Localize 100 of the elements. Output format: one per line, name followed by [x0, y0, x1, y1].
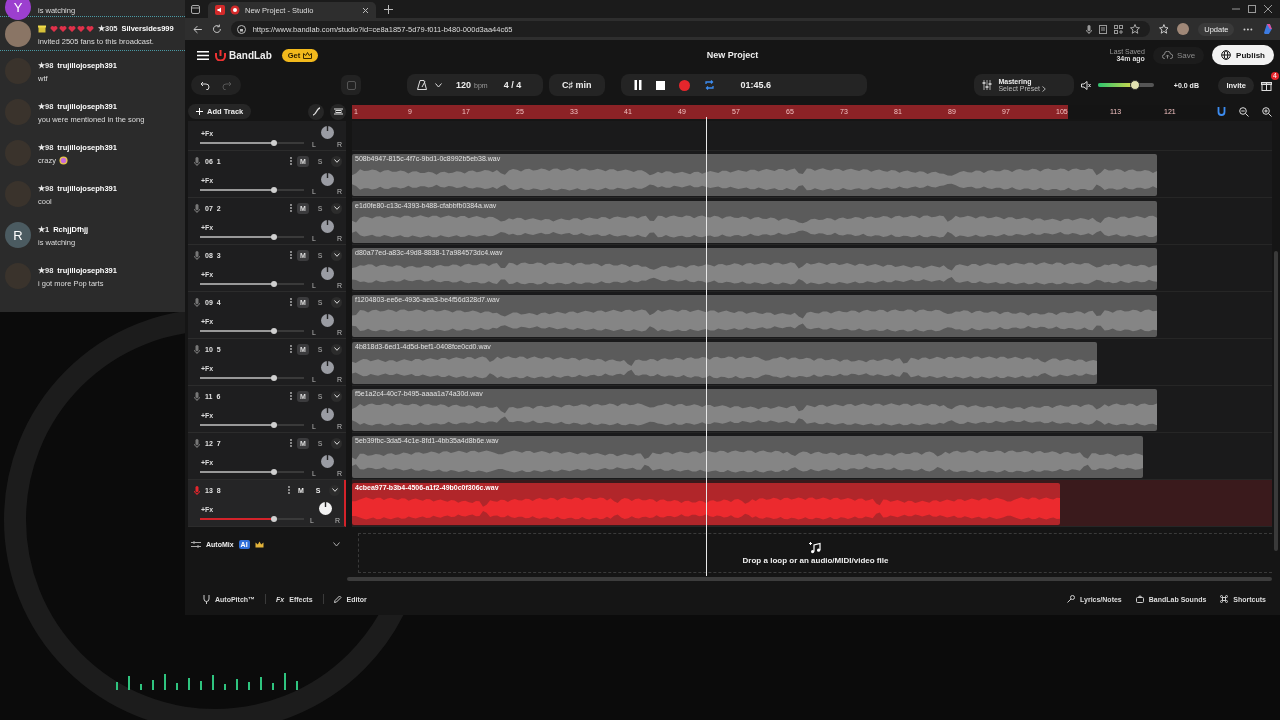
- crown-icon: [254, 540, 264, 548]
- play-pause-button[interactable]: [633, 80, 642, 90]
- command-icon: [1220, 595, 1229, 603]
- master-volume-slider[interactable]: [1098, 83, 1155, 87]
- pan-knob[interactable]: [319, 454, 335, 469]
- tempo-value: 120: [456, 80, 472, 90]
- chevron-down-icon: [333, 441, 340, 445]
- emoji-icon: [58, 156, 68, 165]
- menu-icon[interactable]: [197, 50, 209, 60]
- expand-button[interactable]: [331, 249, 342, 261]
- reload-icon[interactable]: [211, 24, 222, 34]
- pan-knob[interactable]: [319, 266, 335, 281]
- loop-button[interactable]: [703, 80, 715, 90]
- assistant-icon[interactable]: [1262, 23, 1275, 35]
- more-icon[interactable]: [1243, 27, 1254, 31]
- undo-redo-control[interactable]: [191, 75, 241, 95]
- gift-icon: [38, 24, 46, 33]
- bag-icon: [1135, 595, 1144, 603]
- panel-toggle-button[interactable]: [341, 75, 361, 95]
- expand-button[interactable]: [331, 437, 342, 449]
- tuning-fork-icon: [203, 594, 210, 604]
- magnet-icon[interactable]: [1217, 107, 1226, 116]
- speaker-icon[interactable]: [1081, 80, 1092, 90]
- minimize-icon[interactable]: [1232, 5, 1240, 13]
- vertical-scrollbar[interactable]: [1274, 251, 1278, 551]
- expand-button[interactable]: [331, 343, 342, 355]
- stop-button[interactable]: [655, 80, 665, 90]
- expand-button[interactable]: [331, 296, 342, 308]
- pan-knob[interactable]: [319, 125, 335, 140]
- globe-icon: [1221, 50, 1232, 60]
- horizontal-scrollbar[interactable]: [347, 577, 1272, 581]
- chevron-down-icon: [435, 82, 442, 88]
- pan-knob[interactable]: [317, 501, 333, 516]
- new-tab-icon[interactable]: [384, 4, 393, 14]
- pan-knob[interactable]: [319, 360, 335, 375]
- time-signature: 4 / 4: [503, 80, 522, 90]
- undo-icon: [200, 80, 210, 90]
- chevron-down-icon[interactable]: [333, 541, 340, 547]
- pan-knob[interactable]: [319, 219, 335, 234]
- star-icon[interactable]: [1129, 24, 1140, 34]
- chevron-down-icon: [333, 159, 340, 163]
- zoom-out-icon[interactable]: [1239, 106, 1249, 117]
- speaker-icon: [215, 5, 225, 15]
- logo-icon: [215, 49, 226, 61]
- crown-icon: [303, 51, 313, 59]
- stop-icon: [655, 80, 665, 90]
- reader-icon[interactable]: [1098, 24, 1107, 34]
- tracks-icon: [333, 107, 343, 116]
- record-icon: [230, 5, 240, 15]
- zoom-in-icon[interactable]: [1262, 106, 1272, 117]
- chevron-down-icon: [333, 206, 340, 210]
- chevron-down-icon: [333, 394, 340, 398]
- avatar: R: [5, 222, 31, 248]
- curve-icon: [311, 107, 321, 116]
- close-icon[interactable]: [362, 6, 369, 14]
- back-icon[interactable]: [193, 24, 203, 34]
- apps-icon[interactable]: [1113, 24, 1123, 34]
- chevron-down-icon: [331, 488, 338, 492]
- maximize-icon[interactable]: [1248, 5, 1256, 13]
- close-icon[interactable]: [1264, 5, 1272, 13]
- drop-zone[interactable]: Drop a loop or an audio/MIDI/video file: [358, 533, 1272, 573]
- key-control[interactable]: C♯ min: [549, 74, 605, 96]
- automation-button[interactable]: [308, 103, 324, 120]
- expand-button[interactable]: [331, 202, 342, 214]
- metronome-icon: [417, 80, 427, 90]
- logo-text: BandLab: [229, 49, 272, 61]
- chevron-down-icon: [333, 253, 340, 257]
- track-settings-button[interactable]: [330, 103, 346, 120]
- project-title: New Project: [706, 50, 759, 60]
- loop-icon: [703, 80, 715, 90]
- record-button[interactable]: [678, 79, 690, 91]
- chevron-right-icon: [1042, 85, 1047, 92]
- gift-icon[interactable]: [1261, 79, 1272, 91]
- pan-knob[interactable]: [319, 313, 335, 328]
- chevron-down-icon: [333, 300, 340, 304]
- favorites-icon[interactable]: [1158, 24, 1169, 34]
- chevron-down-icon: [333, 347, 340, 351]
- sliders-icon: [191, 540, 201, 548]
- track-lane[interactable]: [352, 121, 1272, 151]
- music-note-icon: [809, 541, 822, 554]
- sliders-icon: [982, 80, 993, 90]
- publish-button[interactable]: Publish: [1212, 45, 1274, 65]
- expand-button[interactable]: [331, 390, 342, 402]
- expand-button[interactable]: [331, 155, 342, 167]
- lock-icon: [236, 24, 246, 34]
- pencil-icon: [333, 595, 342, 603]
- window-icon[interactable]: [191, 4, 200, 14]
- playback-time: 01:45.6: [740, 80, 772, 90]
- heart-badges-icon: [50, 24, 94, 33]
- profile-avatar[interactable]: [1177, 23, 1190, 35]
- panel-icon: [346, 80, 356, 90]
- loop-region[interactable]: [352, 104, 1069, 119]
- record-icon: [678, 79, 690, 91]
- pan-knob[interactable]: [319, 172, 335, 187]
- avatar-photo-placeholder: [5, 21, 31, 47]
- pause-icon: [633, 80, 642, 90]
- expand-button[interactable]: [329, 484, 340, 496]
- pan-knob[interactable]: [319, 407, 335, 422]
- plus-icon: [196, 108, 203, 115]
- avatar: Y: [5, 0, 31, 20]
